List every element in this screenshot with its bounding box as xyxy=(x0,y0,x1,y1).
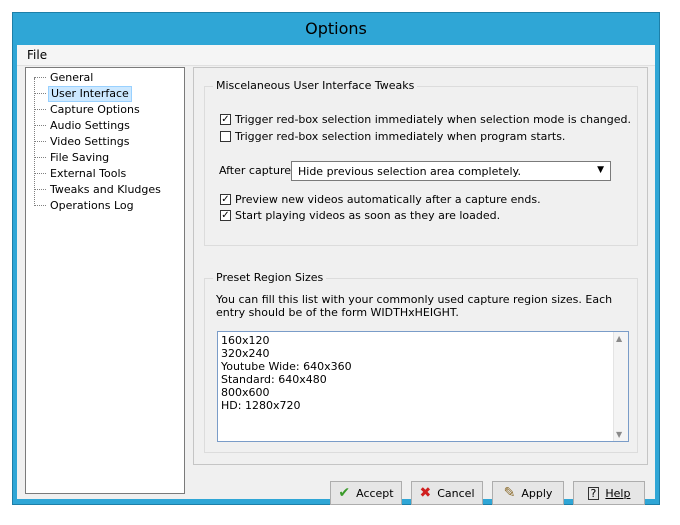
tree-item-label: Operations Log xyxy=(50,198,134,212)
tree-item-label: Video Settings xyxy=(50,134,130,148)
preset-description: You can fill this list with your commonl… xyxy=(216,293,613,319)
preset-group-title: Preset Region Sizes xyxy=(213,271,327,284)
after-capture-label: After capture: xyxy=(219,164,295,177)
tree-item-label: User Interface xyxy=(48,85,132,102)
tree-item-label: Tweaks and Kludges xyxy=(50,182,161,196)
check-trigger-on-start[interactable]: Trigger red-box selection immediately wh… xyxy=(220,130,565,143)
preset-sizes-textarea[interactable]: 160x120 320x240 Youtube Wide: 640x360 St… xyxy=(217,331,629,442)
pencil-icon: ✎ xyxy=(503,485,516,501)
check-label: Start playing videos as soon as they are… xyxy=(235,209,501,222)
checkbox-checked-icon[interactable]: ✓ xyxy=(220,194,231,205)
tree-item-capture-options[interactable]: Capture Options xyxy=(34,102,142,117)
tree-item-external-tools[interactable]: External Tools xyxy=(34,166,128,181)
menu-file[interactable]: File xyxy=(27,48,47,62)
options-tree: General User Interface Capture Options A… xyxy=(25,67,185,494)
tree-item-user-interface[interactable]: User Interface xyxy=(34,85,132,102)
chevron-down-icon: ▼ xyxy=(597,165,604,175)
preset-entry: Youtube Wide: 640x360 xyxy=(221,360,352,373)
tree-item-label: Audio Settings xyxy=(50,118,130,132)
options-window: Options File General User Interface Capt… xyxy=(12,12,660,505)
scroll-down-icon[interactable]: ▼ xyxy=(616,430,622,439)
tree-item-file-saving[interactable]: File Saving xyxy=(34,150,111,165)
tree-item-audio-settings[interactable]: Audio Settings xyxy=(34,118,132,133)
preset-entry: 160x120 xyxy=(221,334,270,347)
check-autoplay-videos[interactable]: ✓ Start playing videos as soon as they a… xyxy=(220,209,500,222)
check-trigger-on-mode-change[interactable]: ✓ Trigger red-box selection immediately … xyxy=(220,113,631,126)
checkbox-checked-icon[interactable]: ✓ xyxy=(220,210,231,221)
preset-region-group: Preset Region Sizes You can fill this li… xyxy=(204,271,638,453)
help-icon: ? xyxy=(587,486,600,500)
window-client: File General User Interface Capture Opti… xyxy=(17,45,655,505)
preset-entry: 320x240 xyxy=(221,347,270,360)
checkbox-checked-icon[interactable]: ✓ xyxy=(220,114,231,125)
tree-item-label: External Tools xyxy=(50,166,127,180)
tree-item-label: Capture Options xyxy=(50,102,140,116)
accept-label: Accept xyxy=(356,486,394,500)
preset-entry: HD: 1280x720 xyxy=(221,399,301,412)
settings-panel: Miscelaneous User Interface Tweaks ✓ Tri… xyxy=(193,67,648,465)
apply-label: Apply xyxy=(521,486,553,500)
preset-entries: 160x120 320x240 Youtube Wide: 640x360 St… xyxy=(221,334,352,412)
misc-tweaks-group: Miscelaneous User Interface Tweaks ✓ Tri… xyxy=(204,79,638,246)
tree-item-label: General xyxy=(50,70,94,84)
tree-item-tweaks-and-kludges[interactable]: Tweaks and Kludges xyxy=(34,182,163,197)
menu-bar: File xyxy=(17,45,655,66)
apply-button[interactable]: ✎ Apply xyxy=(492,481,564,505)
tree-item-operations-log[interactable]: Operations Log xyxy=(34,198,136,213)
cancel-button[interactable]: ✖ Cancel xyxy=(411,481,483,505)
window-title: Options xyxy=(305,19,367,38)
after-capture-select[interactable]: Hide previous selection area completely.… xyxy=(291,161,611,181)
title-bar[interactable]: Options xyxy=(13,13,659,45)
help-label: Help xyxy=(605,486,631,500)
check-label: Preview new videos automatically after a… xyxy=(235,193,541,206)
help-button[interactable]: ? Help xyxy=(573,481,645,505)
textarea-scrollbar[interactable]: ▲ ▼ xyxy=(613,332,628,441)
tree-item-general[interactable]: General xyxy=(34,70,95,85)
after-capture-value: Hide previous selection area completely. xyxy=(298,165,521,178)
tree-item-label: File Saving xyxy=(50,150,110,164)
scroll-up-icon[interactable]: ▲ xyxy=(616,334,622,343)
checkmark-icon: ✔ xyxy=(338,485,351,501)
preset-entry: 800x600 xyxy=(221,386,270,399)
cross-icon: ✖ xyxy=(419,485,432,501)
misc-group-title: Miscelaneous User Interface Tweaks xyxy=(213,79,418,92)
tree-item-video-settings[interactable]: Video Settings xyxy=(34,134,131,149)
preset-entry: Standard: 640x480 xyxy=(221,373,327,386)
check-label: Trigger red-box selection immediately wh… xyxy=(235,113,632,126)
cancel-label: Cancel xyxy=(437,486,475,500)
accept-button[interactable]: ✔ Accept xyxy=(330,481,402,505)
check-label: Trigger red-box selection immediately wh… xyxy=(235,130,566,143)
check-preview-videos[interactable]: ✓ Preview new videos automatically after… xyxy=(220,193,541,206)
checkbox-unchecked-icon[interactable] xyxy=(220,131,231,142)
